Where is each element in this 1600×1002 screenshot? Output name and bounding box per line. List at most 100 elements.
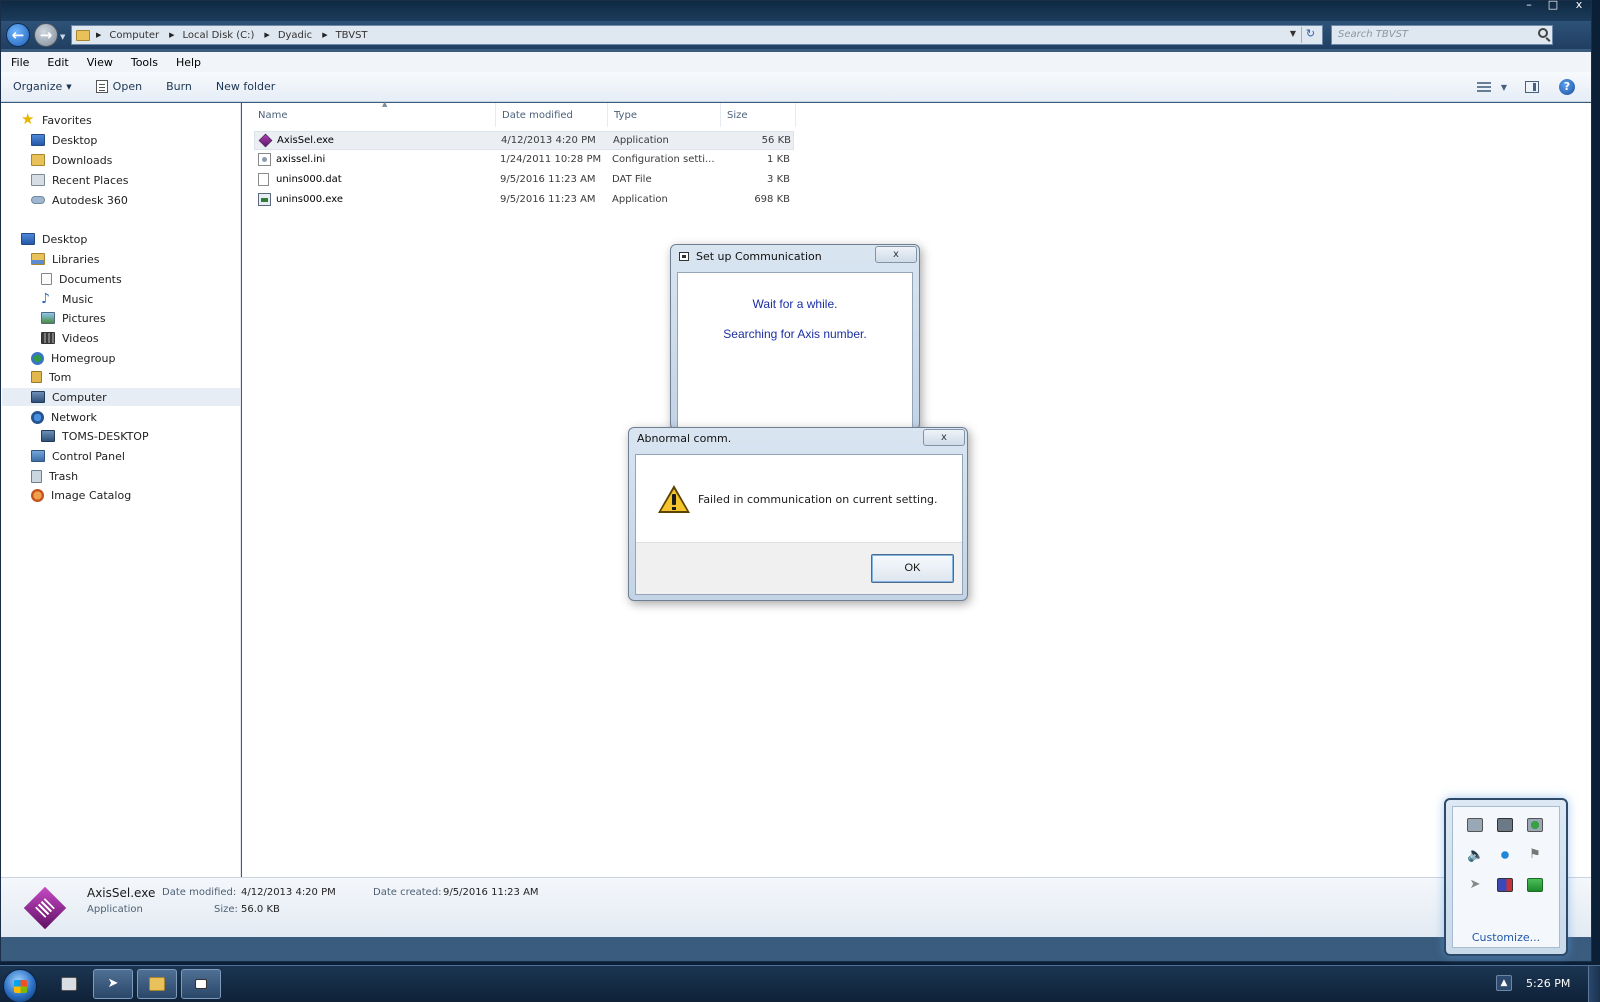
address-row: ← → ▼ ▶ Computer ▶ Local Disk (C:) ▶ Dyadic… [1,21,1591,49]
dialog-title: Abnormal comm. [637,432,732,445]
nav-trash[interactable]: Trash [31,467,78,485]
file-row-unins000-exe[interactable]: unins000.exe 9/5/2016 11:23 AM Applicati… [254,191,794,210]
menu-file[interactable]: File [1,56,37,69]
search-input[interactable]: Search TBVST [1331,25,1553,45]
address-bar[interactable]: ▶ Computer ▶ Local Disk (C:) ▶ Dyadic ▶ TBVS… [71,25,1323,45]
nav-label: Network [51,410,97,424]
nav-music[interactable]: ♪ Music [41,290,93,308]
menu-view[interactable]: View [77,56,121,69]
preview-pane-icon[interactable] [1525,81,1539,93]
shield-icon[interactable] [1527,818,1543,832]
speaker-icon[interactable]: 🔈 [1467,848,1484,862]
column-header-date[interactable]: Date modified [496,103,608,127]
details-pane: AxisSel.exe Application Date modified: 4… [1,877,1591,937]
bluetooth-icon[interactable] [1497,848,1513,862]
recent-pages-dropdown-icon[interactable]: ▼ [60,33,65,41]
taskbar-app-axissel[interactable]: ➤ [93,969,133,999]
taskbar-app-explorer[interactable] [137,969,177,999]
start-button[interactable] [3,969,37,1002]
nav-libraries[interactable]: Libraries [31,250,100,268]
nav-pictures[interactable]: Pictures [41,309,106,327]
file-date: 9/5/2016 11:23 AM [500,174,596,185]
nav-videos[interactable]: Videos [41,329,99,347]
dialog-body: Failed in communication on current setti… [635,454,963,595]
chevron-right-icon[interactable]: ▶ [96,31,101,39]
show-desktop-button[interactable] [1588,966,1600,1002]
column-header-size[interactable]: Size [721,103,796,127]
homegroup-icon [31,351,44,365]
menu-edit[interactable]: Edit [37,56,76,69]
open-button[interactable]: Open [84,76,154,98]
display-icon[interactable] [1467,818,1483,832]
desktop-icon [31,134,45,146]
nav-favorites[interactable]: ★ Favorites [21,111,92,129]
forward-button[interactable]: → [34,23,58,47]
open-label: Open [112,80,143,93]
close-window-button[interactable]: x [1567,0,1591,11]
nav-autodesk-360[interactable]: Autodesk 360 [31,191,128,209]
minimize-button[interactable]: – [1517,0,1541,11]
sort-ascending-icon: ▲ [382,100,388,108]
pointer-icon[interactable]: ➤ [1467,878,1483,892]
breadcrumb-local-disk[interactable]: Local Disk (C:) [183,30,255,41]
chevron-right-icon[interactable]: ▶ [169,31,174,39]
nav-desktop-favorite[interactable]: Desktop [31,131,97,149]
taskbar-app-setup[interactable] [181,969,221,999]
nav-documents[interactable]: Documents [41,270,122,288]
nav-image-catalog[interactable]: Image Catalog [31,486,131,504]
file-size: 3 KB [767,174,790,185]
nav-computer[interactable]: Computer [2,388,240,406]
nav-downloads[interactable]: Downloads [31,151,112,169]
maximize-button[interactable]: □ [1541,0,1565,11]
search-placeholder: Search TBVST [1338,29,1409,40]
computer-icon [31,391,45,403]
close-button[interactable]: x [923,429,965,446]
nav-control-panel[interactable]: Control Panel [31,447,125,465]
clock[interactable]: 5:26 PM [1526,977,1570,990]
refresh-icon[interactable]: ↻ [1301,27,1319,43]
views-dropdown-icon[interactable]: ▼ [1501,83,1507,92]
burn-button[interactable]: Burn [154,76,204,98]
nav-tom[interactable]: Tom [31,368,71,386]
column-header-type[interactable]: Type [608,103,721,127]
flag-icon[interactable]: ⚑ [1527,848,1543,862]
new-folder-button[interactable]: New folder [204,76,287,98]
organize-button[interactable]: Organize ▼ [1,76,84,98]
monitor-icon[interactable] [1497,878,1513,892]
address-dropdown-icon[interactable]: ▼ [1290,29,1296,38]
views-icon[interactable] [1476,81,1491,93]
show-hidden-icons-button[interactable]: ▲ [1496,975,1512,991]
cloud-icon [31,196,45,204]
nav-toms-desktop[interactable]: TOMS-DESKTOP [41,427,149,445]
file-row-axissel-exe[interactable]: AxisSel.exe 4/12/2013 4:20 PM Applicatio… [254,131,794,150]
window-icon [679,252,689,261]
file-row-axissel-ini[interactable]: axissel.ini 1/24/2011 10:28 PM Configura… [254,151,794,170]
file-date: 1/24/2011 10:28 PM [500,154,602,165]
close-button[interactable]: x [875,246,917,263]
notification-overflow-panel: 🔈 ⚑ ➤ Customize... [1444,798,1568,956]
help-icon[interactable]: ? [1559,79,1575,95]
chevron-right-icon[interactable]: ▶ [322,31,327,39]
breadcrumb-tbvst[interactable]: TBVST [336,30,368,41]
back-button[interactable]: ← [6,23,30,47]
taskbar-app-calculator[interactable] [49,969,89,999]
nav-desktop[interactable]: Desktop [21,230,87,248]
ok-button[interactable]: OK [871,554,954,583]
music-note-icon: ♪ [41,291,50,307]
menu-tools[interactable]: Tools [121,56,166,69]
file-row-unins000-dat[interactable]: unins000.dat 9/5/2016 11:23 AM DAT File … [254,171,794,190]
nav-homegroup[interactable]: Homegroup [31,349,115,367]
update-icon[interactable] [1527,878,1543,892]
sync-icon[interactable] [1497,818,1513,832]
search-icon[interactable] [1538,28,1548,38]
customize-link[interactable]: Customize... [1453,931,1559,944]
file-size: 56 KB [761,135,791,146]
chevron-right-icon[interactable]: ▶ [264,31,269,39]
breadcrumb-computer[interactable]: Computer [109,30,159,41]
column-header-name[interactable]: Name ▲ [252,100,496,127]
breadcrumb-dyadic[interactable]: Dyadic [278,30,312,41]
file-name: AxisSel.exe [277,135,334,146]
menu-help[interactable]: Help [166,56,209,69]
nav-network[interactable]: Network [31,408,97,426]
nav-recent-places[interactable]: Recent Places [31,171,129,189]
